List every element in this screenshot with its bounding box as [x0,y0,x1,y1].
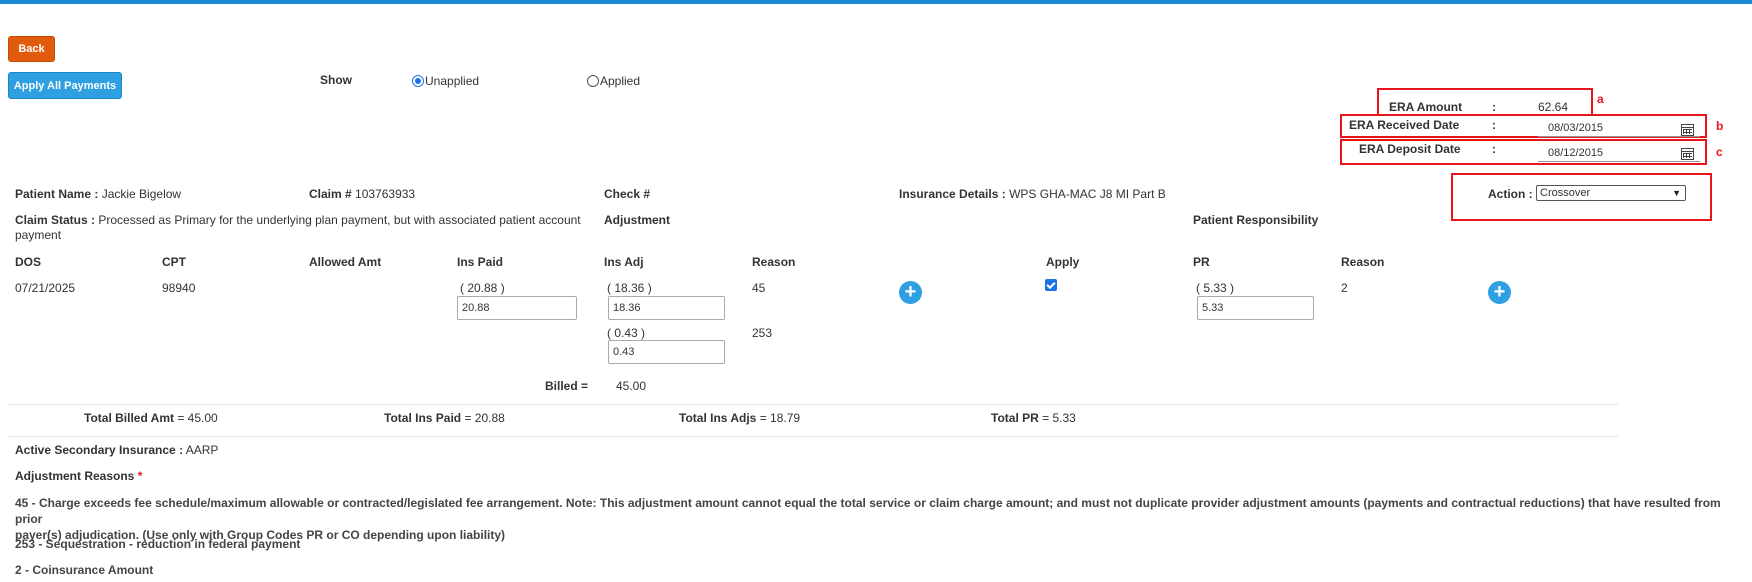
adjustment-reasons-title-text: Adjustment Reasons [15,469,135,483]
ins-adj-2-input[interactable]: 0.43 [608,340,725,364]
billed-value: 45.00 [616,379,647,393]
col-header-pr-reason: Reason [1341,255,1385,269]
action-select[interactable]: Crossover ▼ [1536,185,1686,201]
total-ins-paid-label: Total Ins Paid [384,411,462,425]
reason-2: 2 - Coinsurance Amount [15,563,154,577]
annotation-b: b [1716,119,1724,133]
divider [8,436,1618,437]
required-mark: * [137,469,143,483]
patient-name-label: Patient Name : [15,187,99,201]
annotation-a: a [1597,92,1604,106]
total-billed-label: Total Billed Amt [84,411,174,425]
era-received-label: ERA Received Date [1349,118,1460,132]
total-billed: Total Billed Amt = 45.00 [84,411,218,425]
radio-unselected-icon[interactable] [587,75,599,87]
adjustment-header: Adjustment [604,213,670,227]
total-ins-adjs-value: = 18.79 [759,411,801,425]
annotation-c: c [1716,145,1723,159]
patient-name-value: Jackie Bigelow [101,187,182,201]
ins-paid-display: ( 20.88 ) [460,281,505,295]
add-pr-button[interactable]: + [1488,281,1511,304]
unapplied-label: Unapplied [425,74,480,88]
col-header-allowed: Allowed Amt [309,255,382,269]
col-header-ins-paid: Ins Paid [457,255,504,269]
era-deposit-date-field[interactable]: 08/12/2015 [1538,144,1700,162]
ins-adj-2-display: ( 0.43 ) [607,326,646,340]
era-received-colon: : [1492,118,1496,132]
billed-label: Billed = [545,379,589,393]
col-header-dos: DOS [15,255,42,269]
unapplied-radio[interactable]: Unapplied [412,74,479,88]
ins-adj-2-reason: 253 [752,326,773,340]
divider [8,404,1618,405]
total-ins-adjs-label: Total Ins Adjs [679,411,757,425]
back-button[interactable]: Back [8,36,55,62]
plus-circle-icon: + [904,281,917,303]
era-deposit-value: 08/12/2015 [1548,146,1604,159]
radio-selected-icon[interactable] [412,75,424,87]
calendar-icon[interactable] [1681,124,1694,136]
ins-adj-1-display: ( 18.36 ) [607,281,652,295]
row-cpt: 98940 [162,281,196,295]
claim-number-value: 103763933 [355,187,416,201]
calendar-icon[interactable] [1681,148,1694,160]
total-pr-value: = 5.33 [1042,411,1076,425]
pr-display: ( 5.33 ) [1196,281,1235,295]
total-ins-paid-value: = 20.88 [464,411,505,425]
claim-status-value-line1: Processed as Primary for the underlying … [98,213,581,227]
total-billed-value: = 45.00 [177,411,218,425]
top-accent-bar [0,0,1752,4]
claim-status-label: Claim Status : [15,213,96,227]
reason-45: 45 - Charge exceeds fee schedule/maximum… [15,495,1735,543]
row-dos: 07/21/2025 [15,281,76,295]
applied-radio[interactable]: Applied [587,74,640,88]
era-deposit-label: ERA Deposit Date [1359,142,1461,156]
secondary-insurance-label: Active Secondary Insurance : [15,443,184,457]
col-header-ins-adj: Ins Adj [604,255,644,269]
era-amount-value: 62.64 [1538,100,1569,114]
col-header-reason: Reason [752,255,796,269]
secondary-insurance: Active Secondary Insurance : AARP [15,443,218,457]
reason-45-line1: 45 - Charge exceeds fee schedule/maximum… [15,496,1721,526]
insurance-details-label: Insurance Details : [899,187,1006,201]
secondary-insurance-value: AARP [185,443,219,457]
action-label: Action : [1488,187,1533,201]
show-label: Show [320,73,352,87]
applied-label: Applied [600,74,641,88]
era-received-value: 08/03/2015 [1548,122,1604,134]
total-pr: Total PR = 5.33 [991,411,1076,425]
ins-adj-1-reason: 45 [752,281,766,295]
era-amount-colon: : [1492,100,1496,114]
era-received-date-field[interactable]: 08/03/2015 [1538,120,1700,137]
apply-all-payments-button[interactable]: Apply All Payments [8,72,122,99]
ins-adj-1-input[interactable]: 18.36 [608,296,725,320]
col-header-apply: Apply [1046,255,1080,269]
insurance-details-value: WPS GHA-MAC J8 MI Part B [1009,187,1166,201]
patient-responsibility-header: Patient Responsibility [1193,213,1319,227]
pr-input[interactable]: 5.33 [1197,296,1314,320]
patient-name: Patient Name : Jackie Bigelow [15,187,181,201]
reason-253: 253 - Sequestration - reduction in feder… [15,537,301,551]
col-header-cpt: CPT [162,255,186,269]
check-number-label: Check # [604,187,651,201]
adjustment-reasons-title: Adjustment Reasons * [15,469,142,483]
col-header-pr: PR [1193,255,1210,269]
total-pr-label: Total PR [991,411,1039,425]
claim-status-value-line2: payment [15,228,62,242]
ins-paid-input[interactable]: 20.88 [457,296,577,320]
pr-reason: 2 [1341,281,1348,295]
claim-number: Claim # 103763933 [309,187,415,201]
claim-number-label: Claim # [309,187,352,201]
apply-checkbox[interactable] [1045,279,1057,291]
era-deposit-colon: : [1492,142,1496,156]
add-adjustment-button[interactable]: + [899,281,922,304]
action-select-value: Crossover [1540,187,1591,199]
total-ins-paid: Total Ins Paid = 20.88 [384,411,505,425]
plus-circle-icon: + [1493,281,1506,303]
chevron-down-icon: ▼ [1672,188,1681,198]
insurance-details: Insurance Details : WPS GHA-MAC J8 MI Pa… [899,187,1166,201]
era-amount-label: ERA Amount [1389,100,1463,114]
total-ins-adjs: Total Ins Adjs = 18.79 [679,411,800,425]
claim-status: Claim Status : Processed as Primary for … [15,213,585,243]
